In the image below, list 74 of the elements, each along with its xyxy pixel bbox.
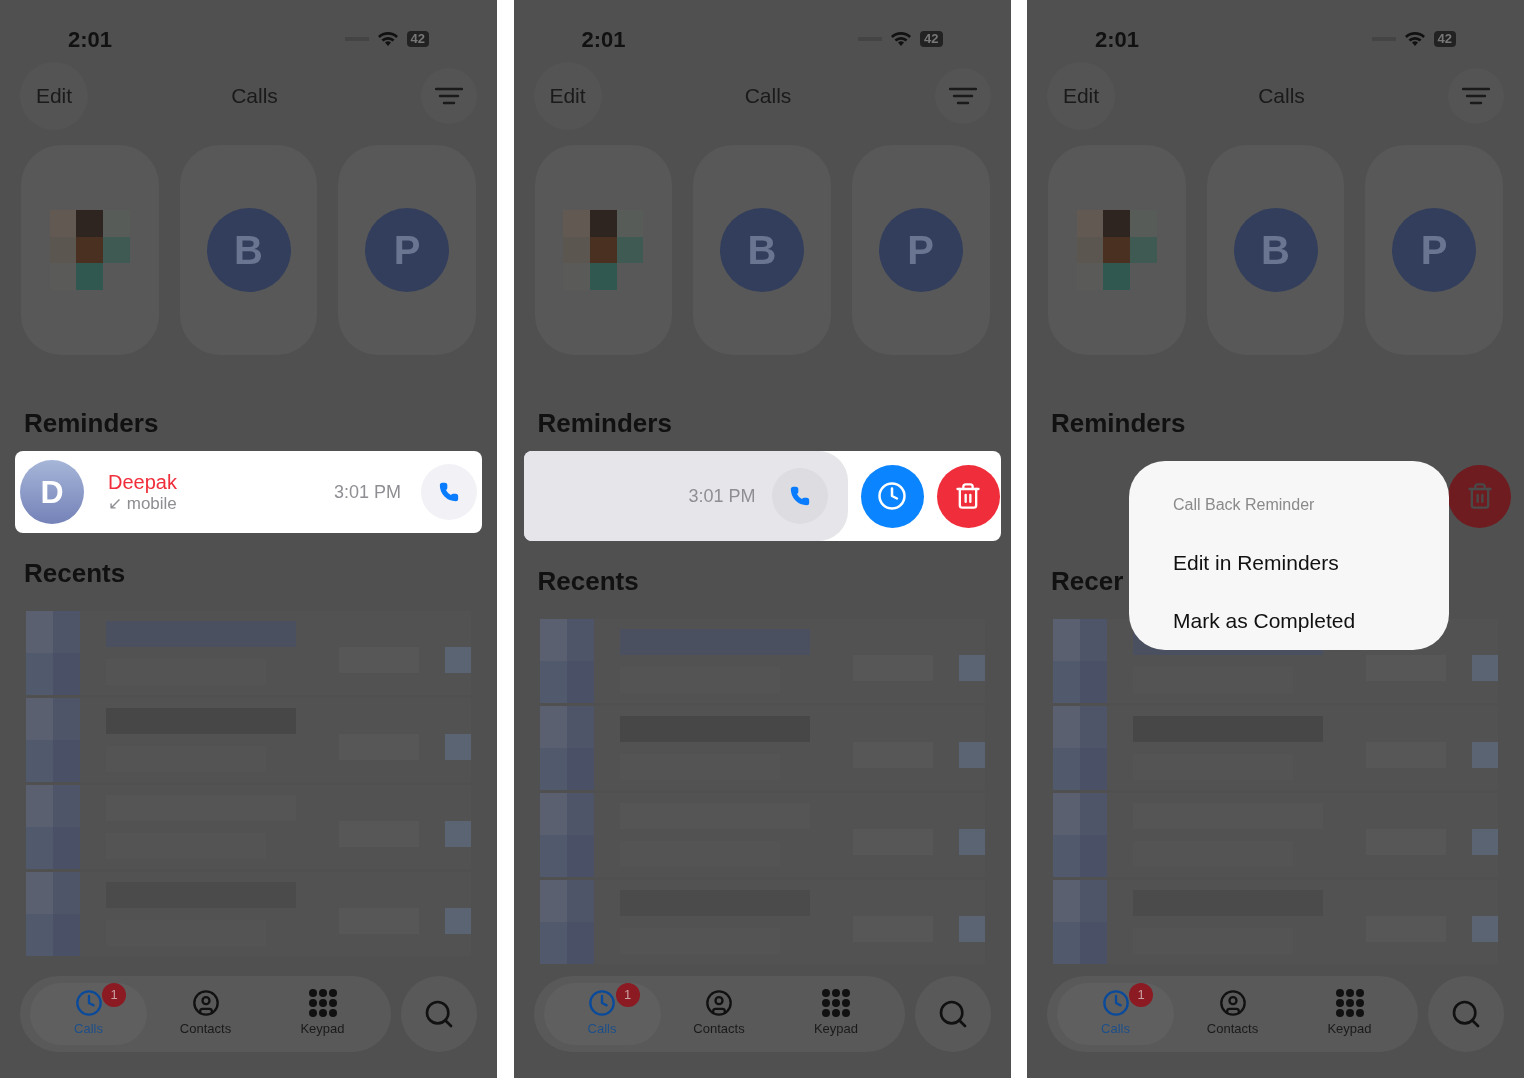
badge-count: 1 — [1129, 983, 1153, 1007]
search-icon — [423, 998, 455, 1030]
favorite-card[interactable]: B — [693, 145, 831, 355]
favorite-card[interactable] — [21, 145, 159, 355]
wifi-icon — [376, 31, 399, 47]
wifi-icon — [1403, 31, 1426, 47]
contact-name: Deepak — [108, 470, 178, 494]
battery-indicator: 42 — [406, 31, 429, 47]
tab-item[interactable]: Contacts — [147, 983, 264, 1045]
clock-icon — [588, 989, 616, 1018]
avatar-initial: D — [20, 460, 84, 524]
section-header: Recer — [1050, 565, 1125, 597]
favorite-card[interactable]: P — [1365, 145, 1503, 355]
edit-button[interactable]: Edit — [533, 62, 602, 130]
person-icon — [1218, 989, 1247, 1018]
clock-icon — [74, 989, 103, 1018]
battery-indicator: 42 — [1433, 31, 1456, 47]
trash-icon — [1465, 482, 1494, 510]
favorite-card[interactable]: B — [1206, 145, 1345, 355]
badge-count: 1 — [615, 983, 640, 1007]
trash-icon — [954, 482, 982, 510]
search-icon — [1450, 998, 1482, 1030]
keypad-icon — [307, 989, 338, 1018]
reminder-row[interactable]: 3:01 PM — [523, 451, 1001, 541]
section-header: Recents — [23, 557, 127, 589]
reminder-time: 3:01 PM — [333, 480, 401, 504]
section-header: Reminders — [23, 407, 160, 439]
call-button[interactable] — [421, 464, 477, 520]
filter-lines-icon — [948, 87, 977, 105]
keypad-icon — [821, 989, 851, 1018]
edit-button[interactable]: Edit — [20, 62, 88, 130]
avatar-letter: P — [365, 208, 450, 292]
favorite-card[interactable] — [534, 145, 673, 355]
tab-item[interactable]: Contacts — [1174, 983, 1291, 1045]
person-icon — [705, 989, 733, 1018]
call-detail: ↙ mobile — [108, 494, 178, 514]
avatar-letter: P — [1392, 208, 1477, 292]
clock-icon — [1101, 989, 1130, 1018]
status-time: 2:01 — [68, 25, 113, 54]
avatar-letter: B — [206, 208, 291, 292]
section-header: Reminders — [1050, 407, 1187, 439]
section-header: Recents — [536, 565, 640, 597]
reminder-row[interactable]: D Deepak ↙ mobile 3:01 PM — [15, 451, 482, 533]
wifi-icon — [890, 31, 913, 47]
filter-lines-icon — [1462, 87, 1490, 105]
section-header: Reminders — [536, 407, 673, 439]
battery-indicator: 42 — [920, 31, 943, 47]
menu-item[interactable]: Edit in Reminders — [1173, 547, 1405, 579]
tab-item[interactable]: Contacts — [660, 983, 778, 1045]
avatar-letter: B — [720, 208, 804, 292]
favorite-card[interactable]: P — [851, 145, 990, 355]
tab-item[interactable]: Calls 1 — [1057, 983, 1174, 1045]
tab-item[interactable]: Keypad — [1291, 983, 1408, 1045]
edit-button[interactable]: Edit — [1047, 62, 1115, 130]
menu-title: Call Back Reminder — [1173, 495, 1316, 515]
tab-item[interactable]: Calls 1 — [543, 983, 661, 1045]
badge-count: 1 — [102, 983, 126, 1007]
avatar-letter: P — [878, 208, 963, 292]
favorite-card[interactable]: P — [338, 145, 476, 355]
avatar-letter: B — [1233, 208, 1318, 292]
tab-item[interactable]: Keypad — [777, 983, 895, 1045]
status-time: 2:01 — [581, 25, 626, 54]
favorite-card[interactable]: B — [179, 145, 318, 355]
menu-item[interactable]: Mark as Completed — [1173, 604, 1405, 636]
status-time: 2:01 — [1095, 25, 1140, 54]
tab-item[interactable]: Calls 1 — [30, 983, 147, 1045]
favorite-card[interactable] — [1048, 145, 1186, 355]
filter-lines-icon — [435, 87, 463, 105]
tab-item[interactable]: Keypad — [264, 983, 381, 1045]
reminder-time: 3:01 PM — [688, 484, 756, 508]
person-icon — [191, 989, 220, 1018]
phone-icon — [439, 482, 459, 502]
phone-icon — [789, 486, 810, 506]
keypad-icon — [1334, 989, 1365, 1018]
